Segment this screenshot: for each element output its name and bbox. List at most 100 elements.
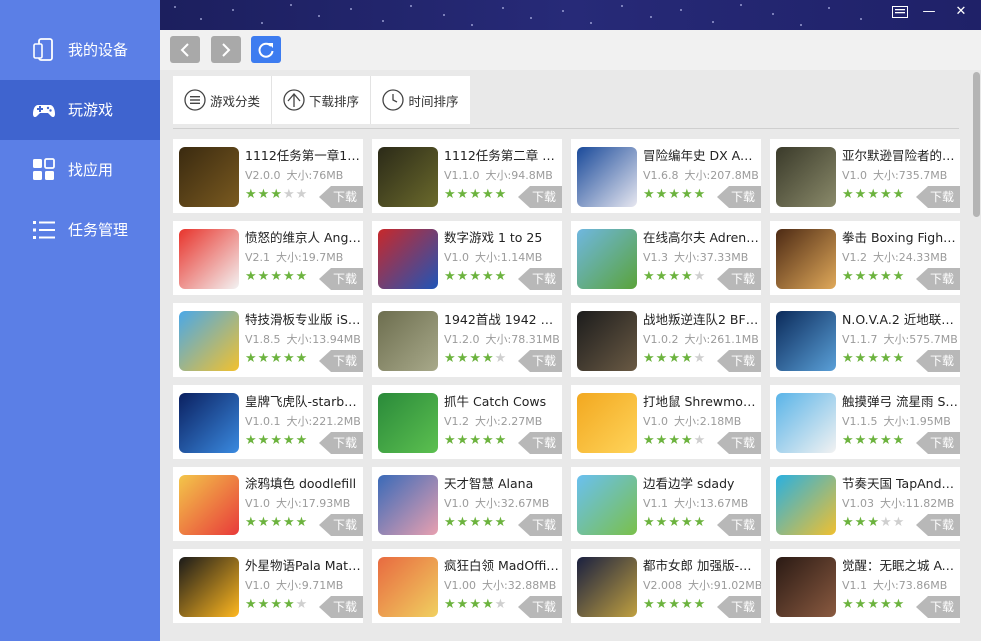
minimize-button[interactable]: — [917, 2, 941, 22]
app-meta: V1.1 大小:13.67MB [643, 497, 748, 511]
star-dot [562, 10, 564, 12]
download-button[interactable]: 下载 [916, 268, 960, 290]
app-icon[interactable] [776, 147, 836, 207]
download-button[interactable]: 下载 [518, 350, 562, 372]
app-icon[interactable] [577, 557, 637, 617]
app-icon[interactable] [378, 557, 438, 617]
app-card[interactable]: 特技滑板专业版 iStunt V1.8.5 大小:13.94MB ★ ★ ★ ★ ★ 下载 [173, 303, 363, 377]
app-card[interactable]: 觉醒：无眠之城 AwakeningV1.1大小:73.86MB★★★★★下载 [770, 549, 960, 623]
app-card[interactable]: 触摸弹弓 流星雨 Star...V1.1.5大小:1.95MB★★★★★下载 [770, 385, 960, 459]
refresh-button[interactable] [251, 36, 281, 63]
sort-time-button[interactable]: 时间排序 [371, 76, 470, 124]
app-icon[interactable] [378, 393, 438, 453]
app-card[interactable]: 1112任务第二章 1112 Episode 02 V1.1.0 大小:94.8MB… [372, 139, 562, 213]
download-button[interactable]: 下载 [319, 350, 363, 372]
vertical-scrollbar[interactable] [972, 70, 981, 641]
download-button[interactable]: 下载 [717, 186, 761, 208]
sidebar-item-find-apps[interactable]: 找应用 [0, 140, 160, 200]
star-icon: ★ [270, 515, 282, 530]
download-button[interactable]: 下载 [916, 432, 960, 454]
app-icon[interactable] [179, 311, 239, 371]
app-card[interactable]: 亚尔默逊冒险者的遗... V1.0 大小:735.7MB ★ ★ ★ ★ ★ 下载 [770, 139, 960, 213]
download-button[interactable]: 下载 [518, 268, 562, 290]
star-icon: ★ [444, 597, 456, 612]
app-icon[interactable] [179, 393, 239, 453]
app-card[interactable]: 都市女郎 加强版-A GirlV2.008大小:91.02MB★★★★★下载 [571, 549, 761, 623]
app-size: 大小:9.71MB [276, 579, 344, 592]
app-name: 1942首战 1942 FIRST STRIKE [444, 312, 560, 327]
app-size: 大小:37.33MB [674, 251, 749, 264]
app-card[interactable]: 1942首战 1942 FIRST STRIKE V1.2.0 大小:78.31MB… [372, 303, 562, 377]
app-icon[interactable] [179, 475, 239, 535]
app-icon[interactable] [577, 229, 637, 289]
app-card[interactable]: 愤怒的维京人 Angry VikingsV2.1大小:19.7MB★★★★★下载 [173, 221, 363, 295]
app-icon[interactable] [577, 475, 637, 535]
download-button[interactable]: 下载 [319, 186, 363, 208]
app-icon[interactable] [776, 557, 836, 617]
app-icon[interactable] [378, 311, 438, 371]
sidebar-item-my-device[interactable]: 我的设备 [0, 20, 160, 80]
app-card[interactable]: 拳击 Boxing Fighter V1.2 大小:24.33MB ★ ★ ★ ★ ★ 下载 [770, 221, 960, 295]
menu-button[interactable] [888, 2, 912, 22]
download-button[interactable]: 下载 [319, 432, 363, 454]
scrollbar-thumb[interactable] [973, 72, 980, 217]
app-card[interactable]: N.O.V.A.2 近地联盟... V1.1.7 大小:575.7MB ★ ★ ★ ★ ★ 下载 [770, 303, 960, 377]
download-button[interactable]: 下载 [916, 596, 960, 618]
app-icon[interactable] [179, 147, 239, 207]
app-card[interactable]: 节奏天国 TapAndShakeV1.03大小:11.82MB★★★★★下载 [770, 467, 960, 541]
app-card[interactable]: 抓牛 Catch Cows V1.2 大小:2.27MB ★ ★ ★ ★ ★ 下载 [372, 385, 562, 459]
download-button[interactable]: 下载 [319, 268, 363, 290]
app-card[interactable]: 天才智慧 Alana V1.0 大小:32.67MB ★ ★ ★ ★ ★ 下载 [372, 467, 562, 541]
app-icon[interactable] [577, 147, 637, 207]
sort-downloads-button[interactable]: 下载排序 [272, 76, 371, 124]
sidebar-item-play-games[interactable]: 玩游戏 [0, 80, 160, 140]
app-size: 大小:78.31MB [485, 333, 560, 346]
download-button[interactable]: 下载 [717, 432, 761, 454]
app-card[interactable]: 疯狂白领 MadOffice V1.00 大小:32.88MB ★ ★ ★ ★ ★ 下载 [372, 549, 562, 623]
app-icon[interactable] [378, 475, 438, 535]
download-button[interactable]: 下载 [916, 350, 960, 372]
app-icon[interactable] [378, 229, 438, 289]
app-card[interactable]: 冒险编年史 DX Acro... V1.6.8 大小:207.8MB ★ ★ ★ ★ ★ 下载 [571, 139, 761, 213]
download-button[interactable]: 下载 [916, 514, 960, 536]
back-button[interactable] [170, 36, 200, 63]
app-icon[interactable] [179, 557, 239, 617]
forward-button[interactable] [211, 36, 241, 63]
app-icon[interactable] [179, 229, 239, 289]
app-card[interactable]: 涂鸦填色 doodlefill V1.0 大小:17.93MB ★ ★ ★ ★ ★ 下载 [173, 467, 363, 541]
app-icon[interactable] [577, 311, 637, 371]
app-icon[interactable] [776, 475, 836, 535]
app-card[interactable]: 战地叛逆连队2 BFBC2 V1.0.2 大小:261.1MB ★ ★ ★ ★ ★ 下载 [571, 303, 761, 377]
app-icon[interactable] [776, 311, 836, 371]
app-card[interactable]: 外星物语Pala Match V1.0 大小:9.71MB ★ ★ ★ ★ ★ 下载 [173, 549, 363, 623]
app-card[interactable]: 皇牌飞虎队-starbattalionV1.0.1大小:221.2MB★★★★★… [173, 385, 363, 459]
download-button[interactable]: 下载 [717, 350, 761, 372]
refresh-icon [258, 42, 274, 58]
app-icon[interactable] [577, 393, 637, 453]
app-card[interactable]: 1112任务第一章1112 Episode 01V2.0.0大小:76MB★★★… [173, 139, 363, 213]
download-button[interactable]: 下载 [319, 514, 363, 536]
app-icon[interactable] [776, 393, 836, 453]
download-button[interactable]: 下载 [717, 514, 761, 536]
close-button[interactable]: ✕ [949, 2, 973, 22]
app-card[interactable]: 数字游戏 1 to 25 V1.0 大小:1.14MB ★ ★ ★ ★ ★ 下载 [372, 221, 562, 295]
app-card[interactable]: 在线高尔夫 Adrenaline GolfV1.3大小:37.33MB★★★★★… [571, 221, 761, 295]
sort-category-button[interactable]: 游戏分类 [173, 76, 272, 124]
download-button[interactable]: 下载 [319, 596, 363, 618]
star-icon: ★ [842, 269, 854, 284]
star-icon: ★ [282, 269, 295, 284]
star-icon: ★ [867, 433, 879, 448]
download-button[interactable]: 下载 [518, 432, 562, 454]
sidebar-item-task-manager[interactable]: 任务管理 [0, 200, 160, 260]
download-button[interactable]: 下载 [518, 596, 562, 618]
download-button[interactable]: 下载 [518, 514, 562, 536]
download-button[interactable]: 下载 [916, 186, 960, 208]
app-icon[interactable] [378, 147, 438, 207]
download-button[interactable]: 下载 [717, 268, 761, 290]
app-icon[interactable] [776, 229, 836, 289]
download-button[interactable]: 下载 [717, 596, 761, 618]
star-dot [650, 16, 652, 18]
app-card[interactable]: 边看边学 sdady V1.1 大小:13.67MB ★ ★ ★ ★ ★ 下载 [571, 467, 761, 541]
app-card[interactable]: 打地鼠 Shrewmouse V1.0 大小:2.18MB ★ ★ ★ ★ ★ 下载 [571, 385, 761, 459]
download-button[interactable]: 下载 [518, 186, 562, 208]
